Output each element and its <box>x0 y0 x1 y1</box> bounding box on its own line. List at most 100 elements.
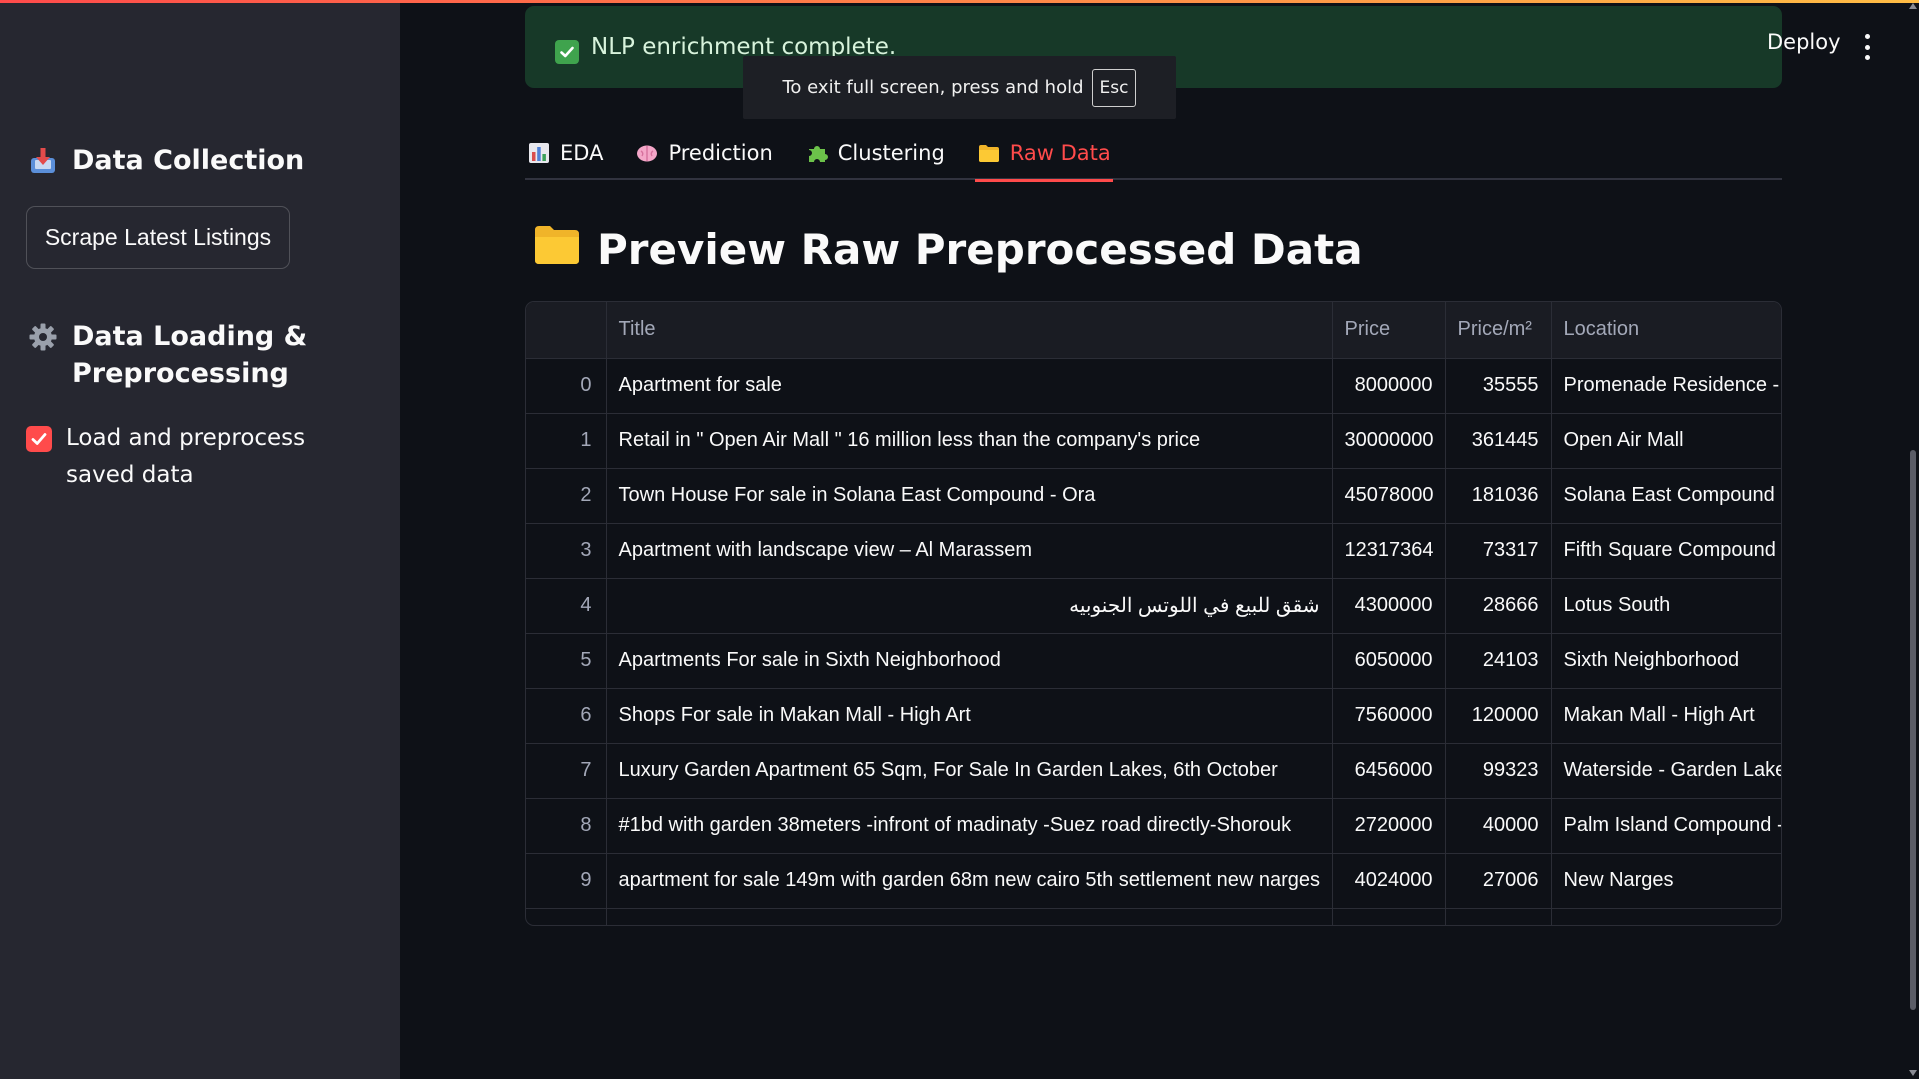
cell-price[interactable]: 30000000 <box>1332 413 1446 469</box>
row-index: 9 <box>526 853 607 909</box>
cell-location[interactable]: Solana East Compound - <box>1551 468 1781 524</box>
cell-price-per-m2[interactable]: 40000 <box>1445 798 1552 854</box>
cell-title[interactable]: #1bd with garden 38meters -infront of ma… <box>606 798 1333 854</box>
bar-chart-icon <box>527 141 551 165</box>
checkmark-icon <box>31 433 47 445</box>
cell-location[interactable]: Palm Island Compound - <box>1551 798 1781 854</box>
table-row: 6 Shops For sale in Makan Mall - High Ar… <box>526 688 1781 744</box>
cell-title[interactable]: Apartment with landscape view – Al Maras… <box>606 523 1333 579</box>
data-loading-title: Data Loading & Preprocessing <box>72 321 308 389</box>
cell-price[interactable]: 7560000 <box>1332 688 1446 744</box>
scrollbar-thumb[interactable] <box>1910 450 1916 1010</box>
deploy-button[interactable]: Deploy <box>1767 30 1841 54</box>
page-scrollbar[interactable] <box>1907 0 1919 1079</box>
table-row: 7 Luxury Garden Apartment 65 Sqm, For Sa… <box>526 743 1781 799</box>
cell-location[interactable]: New Narges <box>1551 853 1781 909</box>
tab-clustering[interactable]: Clustering <box>803 126 947 180</box>
open-folder-icon <box>533 222 581 276</box>
fullscreen-exit-notice: To exit full screen, press and hold Esc <box>743 56 1176 119</box>
row-index: 8 <box>526 798 607 854</box>
tab-raw-data-label: Raw Data <box>1009 141 1111 165</box>
tab-prediction[interactable]: Prediction <box>633 126 774 180</box>
row-index: 3 <box>526 523 607 579</box>
cell-location[interactable]: Fifth Square Compound <box>1551 523 1781 579</box>
row-index: 2 <box>526 468 607 524</box>
cell-price-per-m2[interactable]: 120000 <box>1445 688 1552 744</box>
column-header-index[interactable] <box>526 302 607 359</box>
table-header-row: Title Price Price/m² Location <box>526 302 1781 359</box>
main-content: NLP enrichment complete. Deploy To exit … <box>400 0 1919 1079</box>
row-index: 7 <box>526 743 607 799</box>
cell-location[interactable]: Makan Mall - High Art <box>1551 688 1781 744</box>
cell-title[interactable]: Retail in " Open Air Mall " 16 million l… <box>606 413 1333 469</box>
table-row: 0 Apartment for sale 8000000 35555 Prome… <box>526 358 1781 414</box>
table-row: 8 #1bd with garden 38meters -infront of … <box>526 798 1781 854</box>
cell-price-per-m2[interactable]: 35555 <box>1445 358 1552 414</box>
tab-eda-label: EDA <box>560 141 604 165</box>
cell-price-per-m2[interactable]: 361445 <box>1445 413 1552 469</box>
cell-location[interactable]: Waterside - Garden Lakes <box>1551 743 1781 799</box>
cell-price[interactable]: 45078000 <box>1332 468 1446 524</box>
fullscreen-notice-text: To exit full screen, press and hold <box>782 77 1084 98</box>
cell-price[interactable]: 6456000 <box>1332 743 1446 799</box>
cell-location[interactable]: Open Air Mall <box>1551 413 1781 469</box>
tab-clustering-label: Clustering <box>837 141 945 165</box>
empty-cell <box>1551 908 1781 925</box>
load-preprocess-checkbox-row[interactable]: Load and preprocess saved data <box>26 420 366 494</box>
empty-cell <box>1445 908 1552 925</box>
empty-cell <box>1332 908 1446 925</box>
cell-price-per-m2[interactable]: 99323 <box>1445 743 1552 799</box>
cell-title[interactable]: Town House For sale in Solana East Compo… <box>606 468 1333 524</box>
column-header-price[interactable]: Price <box>1332 302 1446 359</box>
data-collection-title: Data Collection <box>72 145 305 176</box>
page-title-text: Preview Raw Preprocessed Data <box>597 224 1363 274</box>
tab-eda[interactable]: EDA <box>525 126 605 180</box>
brain-icon <box>635 141 659 165</box>
check-mark-button-icon <box>555 40 579 64</box>
cell-title[interactable]: apartment for sale 149m with garden 68m … <box>606 853 1333 909</box>
raw-data-table[interactable]: Title Price Price/m² Location 0 Apartmen… <box>525 301 1782 926</box>
row-index: 5 <box>526 633 607 689</box>
column-header-title[interactable]: Title <box>606 302 1333 359</box>
cell-price[interactable]: 2720000 <box>1332 798 1446 854</box>
cell-price[interactable]: 12317364 <box>1332 523 1446 579</box>
cell-title[interactable]: شقق للبيع في اللوتس الجنوبيه <box>606 578 1333 634</box>
cell-price-per-m2[interactable]: 181036 <box>1445 468 1552 524</box>
cell-price[interactable]: 8000000 <box>1332 358 1446 414</box>
cell-location[interactable]: Sixth Neighborhood <box>1551 633 1781 689</box>
scrape-latest-listings-button[interactable]: Scrape Latest Listings <box>26 206 290 269</box>
main-menu-icon[interactable] <box>1862 34 1872 60</box>
table-row: 5 Apartments For sale in Sixth Neighborh… <box>526 633 1781 689</box>
table-row-partial <box>526 908 1781 925</box>
row-index: 0 <box>526 358 607 414</box>
table-body: 0 Apartment for sale 8000000 35555 Prome… <box>526 358 1781 925</box>
cell-title[interactable]: Shops For sale in Makan Mall - High Art <box>606 688 1333 744</box>
cell-price[interactable]: 6050000 <box>1332 633 1446 689</box>
load-preprocess-checkbox[interactable] <box>26 426 52 452</box>
column-header-location[interactable]: Location <box>1551 302 1781 359</box>
cell-location[interactable]: Promenade Residence - V <box>1551 358 1781 414</box>
cell-price-per-m2[interactable]: 24103 <box>1445 633 1552 689</box>
cell-price[interactable]: 4024000 <box>1332 853 1446 909</box>
data-grid: Title Price Price/m² Location 0 Apartmen… <box>526 302 1781 925</box>
cell-price-per-m2[interactable]: 27006 <box>1445 853 1552 909</box>
scroll-down-arrow-icon[interactable] <box>1909 1070 1917 1076</box>
row-index: 1 <box>526 413 607 469</box>
esc-key-badge: Esc <box>1091 68 1137 107</box>
empty-cell <box>526 908 607 925</box>
cell-title[interactable]: Apartments For sale in Sixth Neighborhoo… <box>606 633 1333 689</box>
scroll-up-arrow-icon[interactable] <box>1909 3 1917 9</box>
column-header-price-per-m2[interactable]: Price/m² <box>1445 302 1552 359</box>
table-row: 1 Retail in " Open Air Mall " 16 million… <box>526 413 1781 469</box>
data-collection-header: Data Collection <box>26 142 304 179</box>
cell-price[interactable]: 4300000 <box>1332 578 1446 634</box>
cell-title[interactable]: Luxury Garden Apartment 65 Sqm, For Sale… <box>606 743 1333 799</box>
cell-price-per-m2[interactable]: 73317 <box>1445 523 1552 579</box>
cell-price-per-m2[interactable]: 28666 <box>1445 578 1552 634</box>
table-row: 3 Apartment with landscape view – Al Mar… <box>526 523 1781 579</box>
tab-raw-data[interactable]: Raw Data <box>974 126 1113 182</box>
cell-title[interactable]: Apartment for sale <box>606 358 1333 414</box>
puzzle-icon <box>805 141 829 165</box>
row-index: 4 <box>526 578 607 634</box>
cell-location[interactable]: Lotus South <box>1551 578 1781 634</box>
